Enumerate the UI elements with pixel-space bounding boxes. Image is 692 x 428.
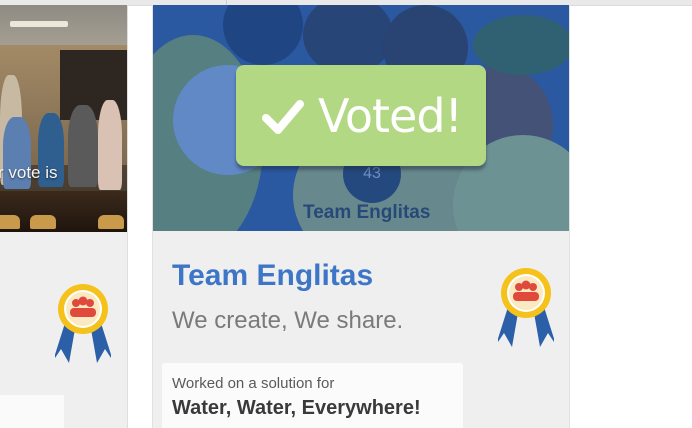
solution-lead-text: Worked on a solution for xyxy=(172,375,335,392)
team-name[interactable]: Team Englitas xyxy=(172,259,373,293)
solution-title[interactable]: Water, Water, Everywhere! xyxy=(172,397,421,420)
award-ribbon-icon xyxy=(496,267,556,356)
team-photo: 43 Team Englitas Voted! xyxy=(153,5,569,231)
checkmark-icon xyxy=(261,99,304,134)
photo-chair xyxy=(0,215,20,229)
shirt-team-text: Team Englitas xyxy=(303,202,431,223)
voted-badge[interactable]: Voted! xyxy=(236,65,486,166)
solution-box[interactable]: Worked on a solution for Water, Water, E… xyxy=(162,363,463,428)
photo-chair xyxy=(98,215,124,229)
award-ribbon-icon xyxy=(53,283,113,372)
photo-chair xyxy=(30,215,56,229)
photo-person xyxy=(98,100,122,190)
team-photo-left: r vote is xyxy=(0,5,127,232)
team-tagline: We create, We share. xyxy=(172,307,404,334)
voted-label: Voted! xyxy=(317,88,463,143)
solution-box-left xyxy=(0,395,64,428)
photo-ceiling-light xyxy=(10,21,68,27)
vote-overlay-text: r vote is xyxy=(0,163,58,182)
team-card[interactable]: 43 Team Englitas Voted! Team Englitas We… xyxy=(152,5,570,428)
team-card-left[interactable]: r vote is xyxy=(0,5,128,428)
photo-person xyxy=(68,105,98,187)
